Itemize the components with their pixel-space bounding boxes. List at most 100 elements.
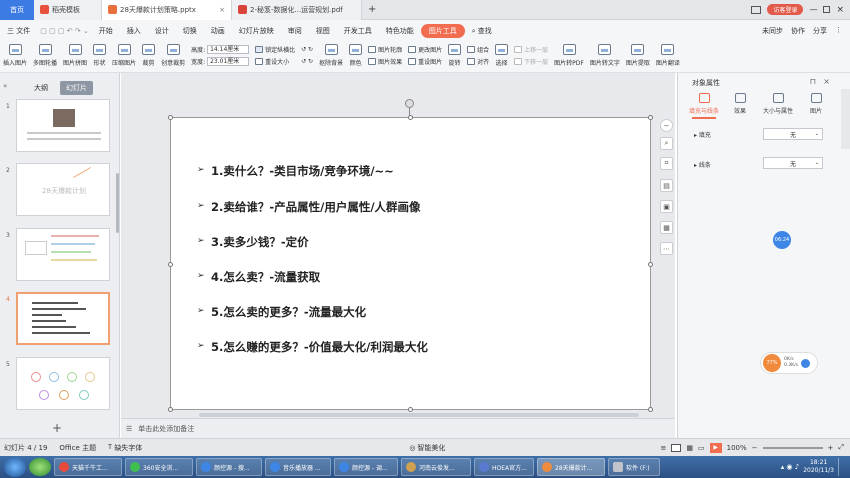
- zoom-icon[interactable]: ⌕: [660, 137, 673, 150]
- tab-size[interactable]: 大小与属性: [758, 93, 798, 115]
- maximize-icon[interactable]: [823, 6, 831, 13]
- line-select[interactable]: 无 ⌄: [763, 157, 823, 169]
- pic-effect-button[interactable]: 图片效果: [368, 56, 402, 67]
- to-pdf-button[interactable]: 图片转PDF: [551, 44, 587, 67]
- collab-button[interactable]: 协作: [791, 26, 805, 36]
- resize-handle[interactable]: [168, 262, 173, 267]
- rotate-button[interactable]: 旋转: [445, 44, 464, 67]
- reading-view-icon[interactable]: ▭: [698, 444, 705, 452]
- missing-font-button[interactable]: Ꭲ 缺失字体: [108, 443, 142, 453]
- add-slide-button[interactable]: +: [52, 421, 62, 435]
- pic-group-button[interactable]: 图片拼图: [60, 44, 90, 67]
- taskbar-item[interactable]: 软件 (F:): [608, 458, 660, 476]
- taskbar-item[interactable]: 颜控源 - 搜...: [196, 458, 262, 476]
- tab-template[interactable]: 稻壳模板: [34, 0, 102, 20]
- tab-pptx[interactable]: 28天爆款计划策略.pptx ×: [102, 0, 232, 20]
- tab-pdf[interactable]: 2-秘笈-数据化...运营规划.pdf: [232, 0, 362, 20]
- menu-item-view[interactable]: 视图: [309, 26, 337, 36]
- more-icon[interactable]: ⋯: [660, 242, 673, 255]
- taskbar-item[interactable]: HOEA官方...: [474, 458, 534, 476]
- notes-placeholder[interactable]: 单击此处添加备注: [138, 424, 194, 434]
- pic-outline-button[interactable]: 图片轮廓: [368, 44, 402, 55]
- minimize-icon[interactable]: —: [809, 5, 817, 14]
- up-layer-button[interactable]: 上移一层: [514, 44, 548, 55]
- notes-toggle-icon[interactable]: ≡: [661, 444, 667, 452]
- pin-icon[interactable]: ⊓: [810, 77, 816, 86]
- rotate-handle-icon[interactable]: [405, 99, 414, 108]
- group-button[interactable]: 组合: [467, 44, 489, 55]
- tab-fill-line[interactable]: 填充与线条: [686, 93, 722, 115]
- visitor-login-button[interactable]: 访客登录: [767, 4, 804, 15]
- menu-item-transition[interactable]: 切换: [176, 26, 204, 36]
- compress-button[interactable]: 压缩图片: [109, 44, 139, 67]
- to-text-button[interactable]: 图片转文字: [587, 44, 623, 67]
- align-button[interactable]: 对齐: [467, 56, 489, 67]
- width-input[interactable]: 23.01厘米: [207, 57, 250, 66]
- height-input[interactable]: 14.14厘米: [207, 45, 250, 54]
- sync-status[interactable]: 未同步: [762, 26, 783, 36]
- tab-effect[interactable]: 效果: [722, 93, 758, 115]
- flip-icon[interactable]: ↺ ↻: [301, 56, 313, 67]
- menu-file[interactable]: 三 文件: [0, 26, 37, 36]
- rotate-left-icon[interactable]: ↺ ↻: [301, 44, 313, 55]
- extract-button[interactable]: 图片提取: [623, 44, 653, 67]
- share-button[interactable]: 分享: [813, 26, 827, 36]
- taskbar-item[interactable]: 颜控源 - 调...: [334, 458, 398, 476]
- menu-picture-tools[interactable]: 图片工具: [420, 24, 465, 38]
- thumbnail-scrollbar[interactable]: [116, 173, 119, 233]
- taskbar-item[interactable]: 河南云俊发...: [401, 458, 471, 476]
- create-crop-button[interactable]: 创意裁剪: [158, 44, 188, 67]
- theme-name[interactable]: Office 主题: [59, 443, 96, 453]
- menu-item-start[interactable]: 开始: [92, 26, 120, 36]
- tray-icons[interactable]: ▴ ◉ ♪: [781, 463, 800, 471]
- slide-sorter-icon[interactable]: ▦: [686, 444, 693, 452]
- menu-item-insert[interactable]: 插入: [120, 26, 148, 36]
- taskbar-item[interactable]: 天猫千牛工...: [54, 458, 122, 476]
- reset-size-button[interactable]: 重设大小: [255, 56, 295, 67]
- multi-pic-button[interactable]: 多图轮播: [30, 44, 60, 67]
- search-button[interactable]: ⌕ 查找: [465, 26, 499, 36]
- selected-slide-picture[interactable]: [168, 115, 653, 412]
- fill-label[interactable]: ▸ 填充: [694, 130, 711, 139]
- fill-select[interactable]: 无 ⌄: [763, 128, 823, 140]
- show-desktop-button[interactable]: [838, 458, 844, 476]
- normal-view-icon[interactable]: [671, 443, 682, 452]
- play-slideshow-icon[interactable]: ▶: [709, 442, 722, 453]
- shape-button[interactable]: 形状: [90, 44, 109, 67]
- resize-handle[interactable]: [648, 115, 653, 120]
- collapse-toolbar-icon[interactable]: −: [660, 119, 673, 132]
- translate-button[interactable]: 图片翻译: [653, 44, 683, 67]
- lock-ratio-checkbox[interactable]: 锁定纵横比: [255, 44, 295, 55]
- slide-thumbnail-2[interactable]: 28天爆款计划: [16, 163, 110, 216]
- line-label[interactable]: ▸ 线条: [694, 160, 711, 169]
- taskbar-item[interactable]: 28天爆款计...: [537, 458, 605, 476]
- network-speed-widget[interactable]: 77% 0K/s 0.3K/s: [760, 352, 818, 374]
- reset-pic-button[interactable]: 重设图片: [408, 56, 442, 67]
- zoom-out-icon[interactable]: −: [752, 444, 758, 452]
- zoom-slider[interactable]: [762, 446, 823, 449]
- menu-item-review[interactable]: 审阅: [281, 26, 309, 36]
- quick-access-icons[interactable]: ▢ ▢ ▢ ↶ ↷ ⌄: [37, 27, 92, 35]
- app-icon[interactable]: [29, 458, 51, 476]
- taskbar-item[interactable]: 360安全浏...: [125, 458, 193, 476]
- window-close-icon[interactable]: ×: [836, 5, 844, 15]
- start-button[interactable]: [4, 457, 26, 477]
- collapse-icon[interactable]: «: [3, 82, 7, 90]
- ocr-icon[interactable]: ▤: [660, 179, 673, 192]
- slide-thumbnail-3[interactable]: [16, 228, 110, 281]
- menu-item-design[interactable]: 设计: [148, 26, 176, 36]
- close-icon[interactable]: ×: [219, 6, 225, 14]
- more-icon[interactable]: ⋮: [835, 26, 842, 36]
- zoom-in-icon[interactable]: +: [828, 444, 834, 452]
- tab-picture[interactable]: 图片: [798, 93, 834, 115]
- menu-item-developer[interactable]: 开发工具: [337, 26, 379, 36]
- resize-handle[interactable]: [168, 407, 173, 412]
- crop-button[interactable]: 裁剪: [139, 44, 158, 67]
- horizontal-scrollbar[interactable]: [199, 413, 639, 417]
- close-icon[interactable]: ×: [823, 77, 830, 86]
- tab-home[interactable]: 首页: [0, 0, 34, 20]
- taskbar-item[interactable]: 音乐播放器 ...: [265, 458, 331, 476]
- pdf-icon[interactable]: ▦: [660, 221, 673, 234]
- color-button[interactable]: 颜色: [346, 44, 365, 67]
- tab-slides[interactable]: 幻灯片: [60, 81, 93, 95]
